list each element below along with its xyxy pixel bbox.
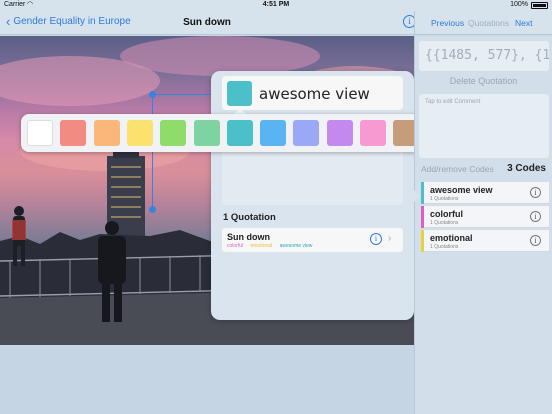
- codes-count: 3 Codes: [507, 163, 546, 174]
- color-swatch[interactable]: [93, 120, 120, 146]
- code-row[interactable]: colorful 1 Quotations i: [421, 206, 549, 228]
- info-icon[interactable]: i: [370, 233, 382, 245]
- quotation-position: {{1485, 577}, {155...: [419, 41, 549, 71]
- code-color-bar: [421, 206, 424, 228]
- color-swatch[interactable]: [160, 120, 187, 146]
- code-quotation-count: 1 Quotations: [430, 196, 459, 202]
- selection-handle-top-left[interactable]: [149, 91, 156, 98]
- color-swatch[interactable]: [260, 120, 287, 146]
- quotation-comment-field[interactable]: Tap to edit Comment: [419, 94, 549, 158]
- quotation-name: Sun down: [227, 232, 270, 242]
- quotation-row[interactable]: Sun down colorful emotional awesome view…: [222, 228, 403, 252]
- quotation-nav: Previous Quotations Next: [414, 11, 552, 35]
- color-swatch[interactable]: [293, 120, 320, 146]
- code-name: emotional: [430, 233, 473, 243]
- chevron-right-icon: ›: [388, 233, 392, 244]
- quotation-tag: awesome view: [279, 243, 313, 249]
- code-quotation-count: 1 Quotations: [430, 244, 459, 250]
- code-name-field[interactable]: awesome view: [222, 76, 403, 110]
- code-row[interactable]: awesome view 1 Quotations i: [421, 182, 549, 204]
- canvas-background: [0, 345, 414, 414]
- color-swatch[interactable]: [360, 120, 386, 146]
- color-palette: [21, 114, 461, 152]
- nav-bar: ‹ Gender Equality in Europe Sun down i: [0, 11, 416, 35]
- code-name-text: awesome view: [259, 85, 370, 103]
- code-color-swatch[interactable]: [227, 81, 252, 106]
- code-color-bar: [421, 230, 424, 252]
- quotation-detail-panel: {{1485, 577}, {155... Delete Quotation T…: [414, 36, 552, 414]
- selection-edge-top: [152, 94, 212, 95]
- code-name: colorful: [430, 209, 463, 219]
- color-swatch[interactable]: [226, 120, 253, 146]
- quotation-tag: colorful: [227, 243, 244, 249]
- next-button[interactable]: Next: [515, 18, 532, 28]
- code-name: awesome view: [430, 185, 493, 195]
- color-swatch[interactable]: [326, 120, 353, 146]
- code-row[interactable]: emotional 1 Quotations i: [421, 230, 549, 252]
- battery-percent: 100%: [510, 1, 528, 8]
- color-swatch[interactable]: [27, 120, 53, 146]
- delete-quotation-button[interactable]: Delete Quotation: [415, 76, 552, 86]
- info-icon[interactable]: i: [530, 211, 541, 222]
- battery-icon: [531, 2, 548, 9]
- color-swatch[interactable]: [193, 120, 220, 146]
- page-title: Sun down: [183, 17, 231, 28]
- code-color-bar: [421, 182, 424, 204]
- code-quotation-count: 1 Quotations: [430, 220, 459, 226]
- selection-handle-bottom-left[interactable]: [149, 206, 156, 213]
- quotation-count: 1 Quotation: [223, 212, 276, 223]
- color-swatch[interactable]: [126, 120, 153, 146]
- quotations-button[interactable]: Quotations: [468, 18, 509, 28]
- previous-button[interactable]: Previous: [431, 18, 464, 28]
- selection-edge-left: [152, 94, 153, 210]
- color-swatch[interactable]: [60, 120, 87, 146]
- status-bar: Carrier ◠ 4:51 PM 100%: [0, 0, 552, 11]
- info-icon[interactable]: i: [530, 187, 541, 198]
- quotation-tag: emotional: [250, 243, 273, 249]
- status-time: 4:51 PM: [262, 1, 290, 8]
- quotation-tags: colorful emotional awesome view: [227, 243, 318, 249]
- add-remove-codes-button[interactable]: Add/remove Codes: [421, 164, 494, 174]
- info-icon[interactable]: i: [530, 235, 541, 246]
- panel-pointer: [414, 190, 420, 202]
